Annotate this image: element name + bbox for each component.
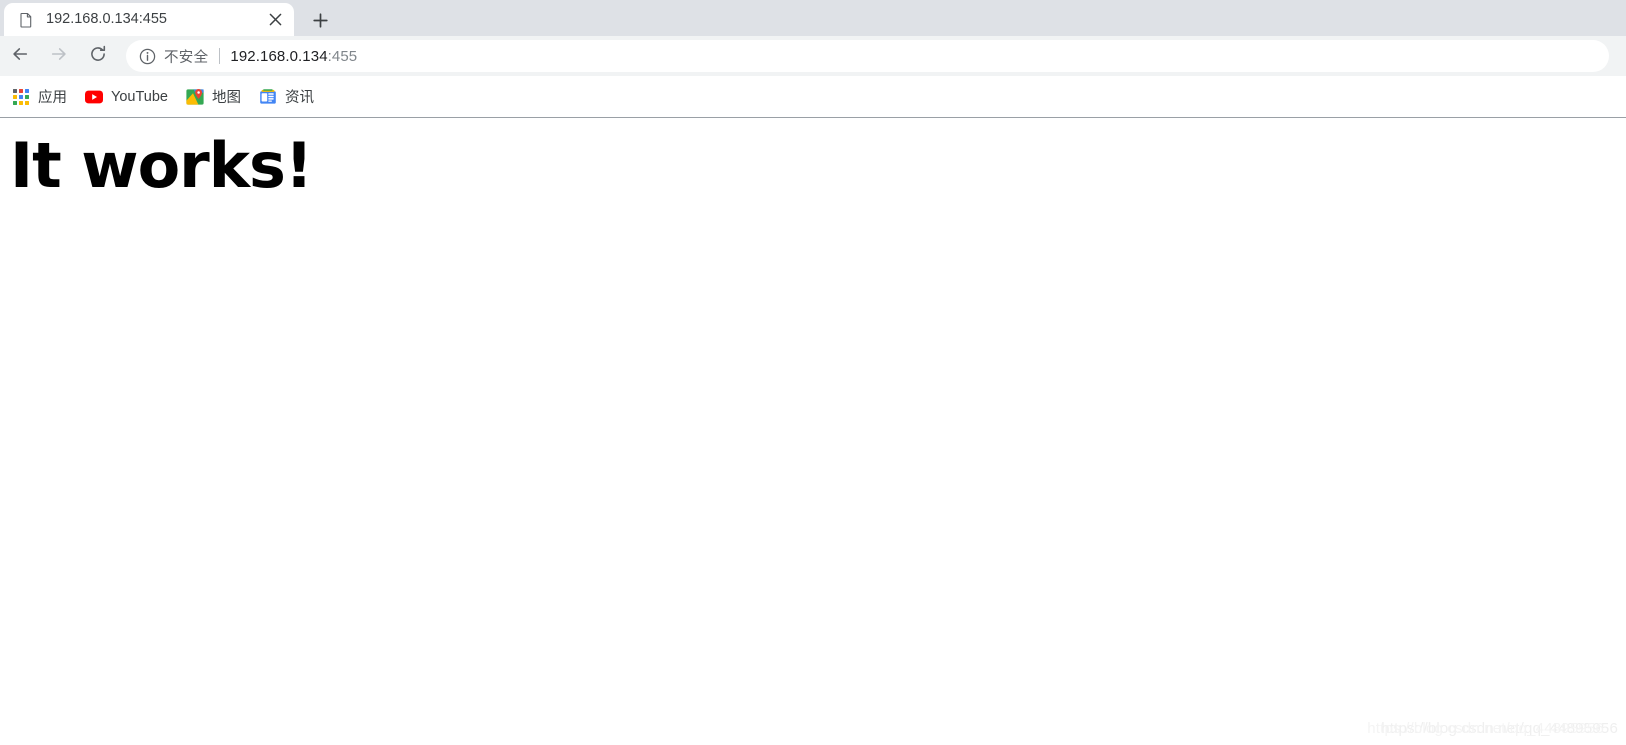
tab-strip: 192.168.0.134:455 <box>0 0 1626 36</box>
reload-button[interactable] <box>84 42 112 70</box>
youtube-icon <box>85 88 103 106</box>
reload-icon <box>88 44 108 69</box>
close-icon[interactable] <box>264 9 286 31</box>
browser-toolbar: 不安全 192.168.0.134:455 <box>0 36 1626 76</box>
browser-tab-active[interactable]: 192.168.0.134:455 <box>4 3 294 36</box>
browser-window: 192.168.0.134:455 不安全 192.168.0.134:455… <box>0 0 1626 745</box>
apps-grid-icon <box>12 88 30 106</box>
bookmark-apps[interactable]: 应用 <box>4 83 75 111</box>
omnibox-divider <box>219 48 221 64</box>
new-tab-button[interactable] <box>306 6 334 34</box>
arrow-left-icon <box>10 44 30 69</box>
page-document-icon <box>18 12 34 28</box>
bookmark-label: YouTube <box>111 88 168 105</box>
bookmark-label: 地图 <box>211 90 241 106</box>
watermark-text: https://blog.csdn.net/qq_44895956 https:… <box>1367 720 1618 737</box>
page-viewport: It works! https://blog.csdn.net/qq_44895… <box>0 119 1626 745</box>
bookmark-label: 应用 <box>38 90 67 106</box>
forward-button <box>45 42 73 70</box>
google-news-icon <box>259 88 277 106</box>
security-status-label: 不安全 <box>164 49 209 66</box>
info-circle-icon[interactable] <box>138 47 156 65</box>
google-maps-icon <box>186 88 204 106</box>
plus-icon <box>312 12 328 28</box>
url-host: 192.168.0.134 <box>230 47 328 65</box>
arrow-right-icon <box>49 44 69 69</box>
address-bar[interactable]: 不安全 192.168.0.134:455 <box>126 40 1609 72</box>
page-title: It works! <box>10 129 313 202</box>
bookmark-maps[interactable]: 地图 <box>178 83 249 111</box>
tab-title: 192.168.0.134:455 <box>46 11 167 27</box>
watermark-text-shadow: https://blog.csdn.net/qq_44895956 <box>1367 720 1604 737</box>
url-port: :455 <box>327 47 358 65</box>
back-button[interactable] <box>6 42 34 70</box>
bookmark-news[interactable]: 资讯 <box>251 83 322 111</box>
bookmark-youtube[interactable]: YouTube <box>77 83 176 111</box>
bookmarks-bar: 应用 YouTube 地图 资讯 <box>0 76 1626 118</box>
bookmark-label: 资讯 <box>284 90 314 106</box>
